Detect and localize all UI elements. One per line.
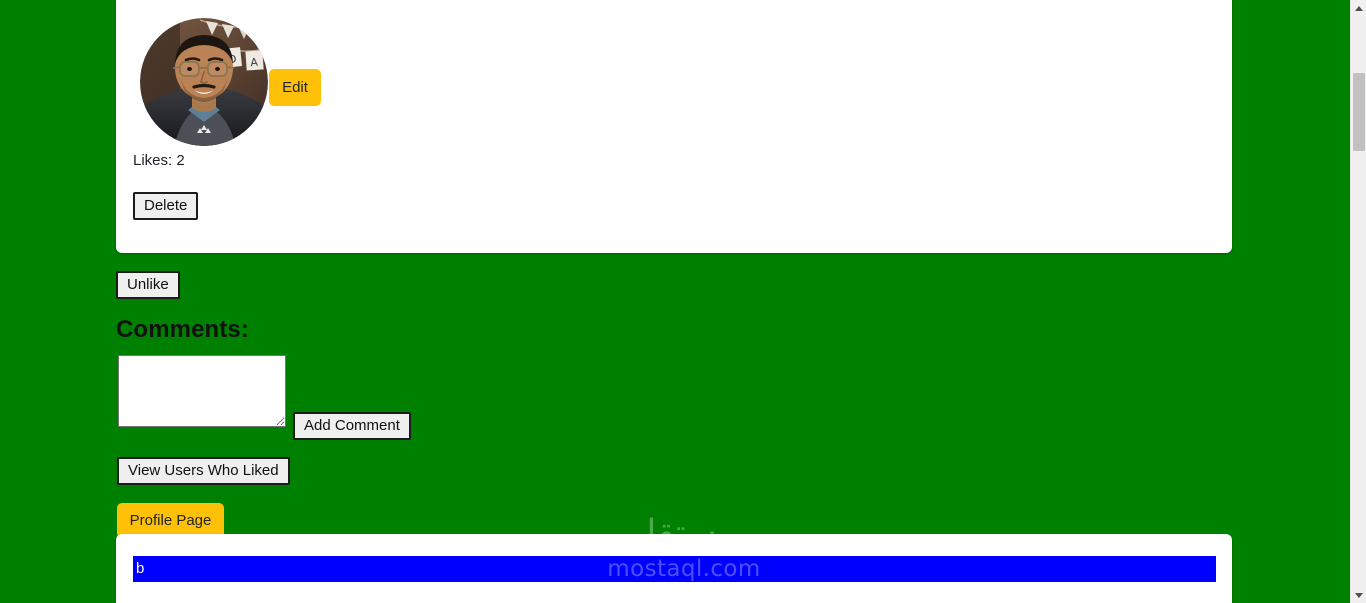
lower-card-partial-text: . [176, 588, 180, 598]
scrollbar-thumb[interactable] [1353, 73, 1365, 151]
comments-heading: Comments: [116, 316, 249, 343]
unlike-button[interactable]: Unlike [116, 271, 180, 299]
selected-text-value: b [136, 560, 145, 577]
selected-text-highlight[interactable]: b [133, 556, 1216, 582]
likes-count-label: Likes: 2 [133, 152, 185, 169]
scroll-up-icon[interactable] [1351, 0, 1366, 16]
view-users-who-liked-button[interactable]: View Users Who Liked [117, 457, 290, 485]
triangle-down-glyph [1355, 592, 1363, 598]
delete-button[interactable]: Delete [133, 192, 199, 220]
avatar[interactable]: D A [140, 18, 268, 146]
post-card: D A [116, 0, 1232, 253]
scroll-down-icon[interactable] [1351, 587, 1366, 603]
page-viewport: D A [0, 0, 1350, 603]
vertical-scrollbar[interactable] [1350, 0, 1366, 603]
triangle-up-glyph [1355, 5, 1363, 11]
lower-content-card: b . [116, 534, 1232, 603]
svg-text:A: A [250, 56, 259, 70]
comment-input[interactable] [118, 355, 286, 427]
edit-button[interactable]: Edit [269, 69, 321, 106]
add-comment-button[interactable]: Add Comment [293, 412, 411, 440]
profile-page-button[interactable]: Profile Page [117, 503, 224, 538]
user-profile-photo: D A [140, 18, 268, 146]
